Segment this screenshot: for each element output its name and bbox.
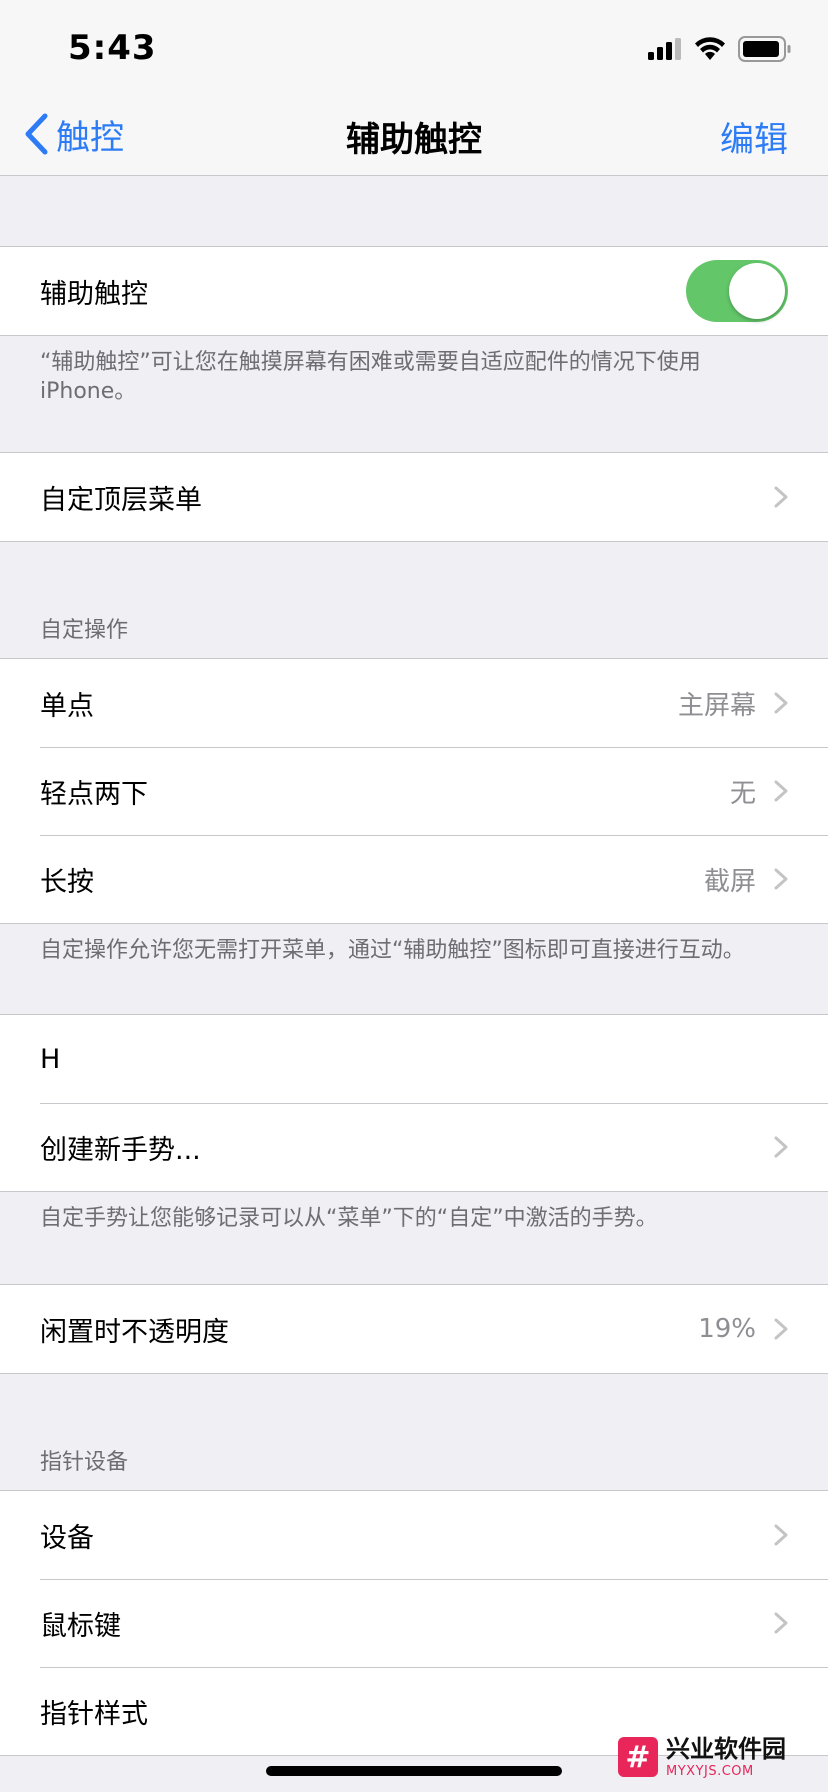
assistive-touch-group: 辅助触控 [0,246,828,336]
double-tap-label: 轻点两下 [40,778,148,810]
chevron-right-icon [774,868,788,890]
chevron-right-icon [774,1612,788,1634]
single-tap-label: 单点 [40,690,94,722]
watermark-logo-icon: # [618,1737,658,1777]
mouse-keys-row[interactable]: 鼠标键 [0,1579,828,1667]
wifi-icon [695,37,725,60]
chevron-right-icon [774,486,788,508]
customize-top-menu-row[interactable]: 自定顶层菜单 [0,453,828,541]
single-tap-row[interactable]: 单点 主屏幕 [0,659,828,747]
navigation-bar: 触控 辅助触控 编辑 [0,96,828,176]
gesture-h-label: H [40,1043,61,1075]
edit-button[interactable]: 编辑 [720,112,788,161]
status-icons [648,34,792,64]
chevron-right-icon [774,780,788,802]
assistive-touch-label: 辅助触控 [40,278,148,310]
toggle-knob [729,263,785,319]
pointer-devices-header: 指针设备 [40,1450,129,1475]
status-bar: 5:43 [0,0,828,96]
chevron-right-icon [774,1318,788,1340]
custom-actions-group: 单点 主屏幕 轻点两下 无 长按 截屏 [0,658,828,924]
assistive-touch-toggle[interactable] [686,260,788,322]
battery-icon [738,36,791,62]
custom-actions-header: 自定操作 [40,618,129,643]
custom-gestures-group: H 创建新手势... [0,1014,828,1192]
page-title: 辅助触控 [346,120,482,160]
devices-row[interactable]: 设备 [0,1491,828,1579]
home-indicator[interactable] [266,1766,562,1776]
assistive-touch-footer: “辅助触控”可让您在触摸屏幕有困难或需要自适应配件的情况下使用iPhone。 [40,350,701,404]
create-new-gesture-label: 创建新手势... [40,1134,201,1166]
single-tap-value: 主屏幕 [677,690,756,721]
chevron-right-icon [774,1524,788,1546]
status-time: 5:43 [68,28,157,68]
double-tap-row[interactable]: 轻点两下 无 [0,747,828,835]
idle-opacity-row[interactable]: 闲置时不透明度 19% [0,1285,828,1373]
assistive-touch-row: 辅助触控 [0,247,828,335]
cellular-signal-icon [648,38,681,60]
idle-opacity-group: 闲置时不透明度 19% [0,1284,828,1374]
custom-gestures-footer: 自定手势让您能够记录可以从“菜单”下的“自定”中激活的手势。 [40,1206,658,1231]
watermark: # 兴业软件园 MYXYJS.COM [618,1730,814,1784]
idle-opacity-value: 19% [698,1314,756,1344]
customize-top-menu-label: 自定顶层菜单 [40,484,202,516]
settings-content: 辅助触控 “辅助触控”可让您在触摸屏幕有困难或需要自适应配件的情况下使用iPho… [0,176,828,1756]
pointer-devices-group: 设备 鼠标键 指针样式 [0,1490,828,1756]
long-press-row[interactable]: 长按 截屏 [0,835,828,923]
chevron-right-icon [774,692,788,714]
devices-label: 设备 [40,1522,94,1554]
top-menu-group: 自定顶层菜单 [0,452,828,542]
long-press-label: 长按 [40,866,94,898]
idle-opacity-label: 闲置时不透明度 [40,1316,229,1348]
pointer-style-label: 指针样式 [40,1698,148,1730]
create-new-gesture-row[interactable]: 创建新手势... [0,1103,828,1191]
long-press-value: 截屏 [703,866,756,897]
double-tap-value: 无 [729,778,756,809]
gesture-h-row[interactable]: H [0,1015,828,1103]
watermark-title: 兴业软件园 [666,1734,786,1763]
watermark-subtitle: MYXYJS.COM [666,1763,754,1779]
chevron-right-icon [774,1136,788,1158]
mouse-keys-label: 鼠标键 [40,1610,121,1642]
